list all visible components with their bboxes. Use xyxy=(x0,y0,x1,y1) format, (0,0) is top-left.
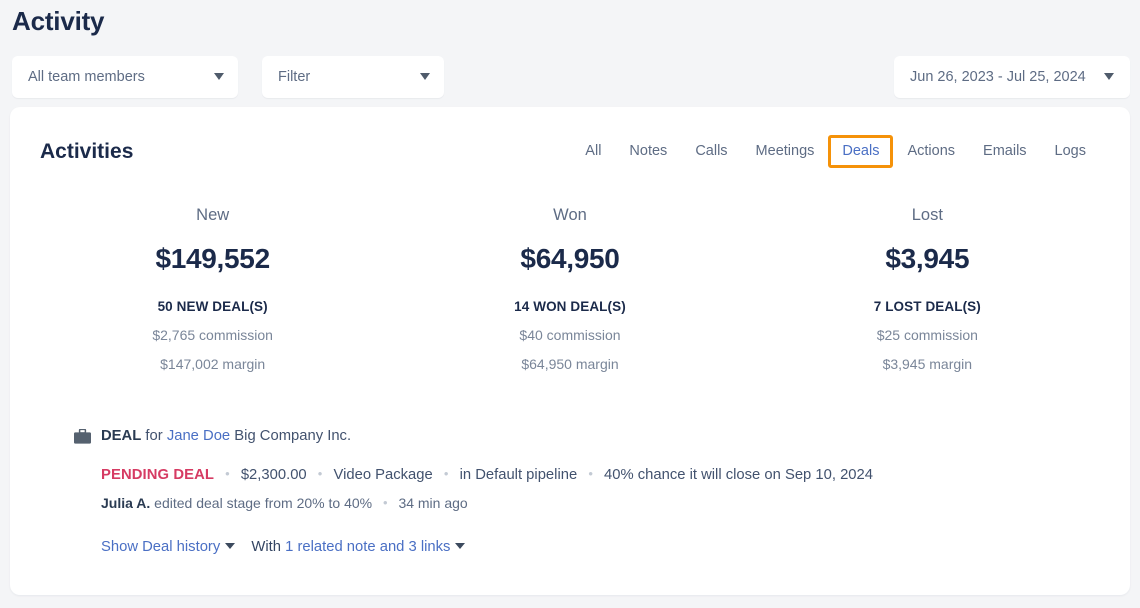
tab-logs[interactable]: Logs xyxy=(1041,135,1100,168)
deal-chance: 40% chance it will close on Sep 10, 2024 xyxy=(604,467,873,483)
stat-won: Won $64,950 14 WON DEAL(S) $40 commissio… xyxy=(391,206,748,372)
activity-meta-row: PENDING DEAL • $2,300.00 • Video Package… xyxy=(101,464,1100,485)
deal-stats: New $149,552 50 NEW DEAL(S) $2,765 commi… xyxy=(10,168,1130,372)
activity-headline: DEAL for Jane Doe Big Company Inc. xyxy=(101,426,351,446)
activity-links-row: Show Deal history With 1 related note an… xyxy=(101,537,1100,557)
stat-lost: Lost $3,945 7 LOST DEAL(S) $25 commissio… xyxy=(749,206,1106,372)
separator-dot: • xyxy=(317,466,323,481)
stat-lost-count: 7 LOST DEAL(S) xyxy=(873,299,981,314)
deal-product: Video Package xyxy=(333,467,433,483)
deal-pipeline: in Default pipeline xyxy=(459,467,578,483)
briefcase-icon xyxy=(74,429,91,444)
chevron-down-icon[interactable] xyxy=(455,543,466,549)
stat-won-margin: $64,950 margin xyxy=(521,356,619,372)
separator-dot: • xyxy=(588,466,593,481)
tab-actions[interactable]: Actions xyxy=(893,135,969,168)
stat-new-count: 50 NEW DEAL(S) xyxy=(157,299,268,314)
tab-notes[interactable]: Notes xyxy=(615,135,681,168)
stat-won-count: 14 WON DEAL(S) xyxy=(514,299,626,314)
tab-calls[interactable]: Calls xyxy=(681,135,741,168)
date-range-select[interactable]: Jun 26, 2023 - Jul 25, 2024 xyxy=(894,55,1130,98)
tab-emails[interactable]: Emails xyxy=(969,135,1041,168)
status-badge: PENDING DEAL xyxy=(101,467,215,483)
page-title: Activity xyxy=(12,6,105,36)
filter-select[interactable]: Filter xyxy=(262,55,444,98)
show-deal-history-link[interactable]: Show Deal history xyxy=(101,539,220,555)
team-members-select-value: All team members xyxy=(28,68,145,85)
separator-dot: • xyxy=(225,466,230,481)
chevron-down-icon[interactable] xyxy=(225,543,236,549)
separator-dot: • xyxy=(443,466,449,481)
activity-edit-row: Julia A. edited deal stage from 20% to 4… xyxy=(101,493,1100,513)
activity-timestamp: 34 min ago xyxy=(398,495,468,511)
with-word: With xyxy=(251,539,281,555)
activity-actor: Julia A. xyxy=(101,495,151,511)
stat-won-amount: $64,950 xyxy=(520,243,620,274)
related-items-link[interactable]: 1 related note and 3 links xyxy=(285,539,450,555)
tab-meetings[interactable]: Meetings xyxy=(742,135,829,168)
activity-action: edited deal stage from 20% to 40% xyxy=(154,495,373,511)
chevron-down-icon xyxy=(1104,73,1114,80)
chevron-down-icon xyxy=(420,73,430,80)
activities-card: Activities All Notes Calls Meetings Deal… xyxy=(10,107,1130,595)
activity-list: DEAL for Jane Doe Big Company Inc. PENDI… xyxy=(10,372,1130,557)
separator-dot: • xyxy=(382,495,388,510)
stat-new-amount: $149,552 xyxy=(155,243,270,274)
activity-details: PENDING DEAL • $2,300.00 • Video Package… xyxy=(40,464,1100,557)
stat-won-label: Won xyxy=(553,206,587,224)
tab-deals[interactable]: Deals xyxy=(828,135,894,168)
stat-new-label: New xyxy=(196,206,230,224)
activity-item: DEAL for Jane Doe Big Company Inc. xyxy=(40,426,1100,446)
tab-all[interactable]: All xyxy=(571,135,615,168)
date-range-select-value: Jun 26, 2023 - Jul 25, 2024 xyxy=(910,68,1086,85)
activities-card-header: Activities All Notes Calls Meetings Deal… xyxy=(10,107,1130,168)
stat-new-margin: $147,002 margin xyxy=(160,356,266,372)
stat-lost-commission: $25 commission xyxy=(876,327,978,343)
filter-select-value: Filter xyxy=(278,68,311,85)
stat-new-commission: $2,765 commission xyxy=(152,327,273,343)
filter-toolbar: All team members Filter Jun 26, 2023 - J… xyxy=(0,37,1140,99)
stat-lost-amount: $3,945 xyxy=(885,243,970,274)
deal-amount: $2,300.00 xyxy=(240,467,307,483)
activity-type-label: DEAL xyxy=(101,428,142,444)
activity-company: Big Company Inc. xyxy=(234,428,352,444)
stat-new: New $149,552 50 NEW DEAL(S) $2,765 commi… xyxy=(34,206,391,372)
activity-contact-link[interactable]: Jane Doe xyxy=(167,428,230,444)
team-members-select[interactable]: All team members xyxy=(12,55,238,98)
chevron-down-icon xyxy=(214,73,224,80)
stat-lost-label: Lost xyxy=(911,206,943,224)
activity-for-word: for xyxy=(145,428,163,444)
activities-title: Activities xyxy=(40,139,134,163)
activity-type-tabs: All Notes Calls Meetings Deals Actions E… xyxy=(571,135,1100,168)
stat-won-commission: $40 commission xyxy=(519,327,621,343)
stat-lost-margin: $3,945 margin xyxy=(882,356,973,372)
